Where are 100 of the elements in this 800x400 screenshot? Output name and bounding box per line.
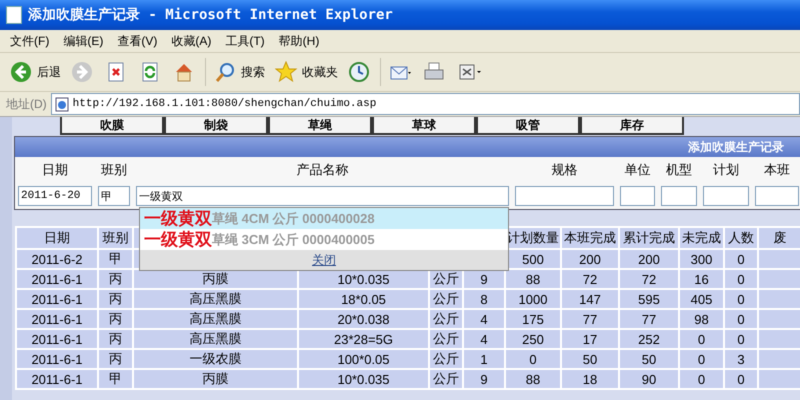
column-header: 废 xyxy=(758,227,800,249)
column-header: 班别 xyxy=(98,227,133,249)
table-cell: 147 xyxy=(561,289,619,309)
field-label: 产品名称 xyxy=(296,161,350,179)
table-cell: 高压黑膜 xyxy=(133,329,298,349)
input-field[interactable] xyxy=(661,186,697,206)
nav-tab[interactable]: 吹膜 xyxy=(60,117,164,135)
table-cell: 20*0.038 xyxy=(298,309,429,329)
table-cell: 250 xyxy=(505,329,561,349)
table-cell: 0 xyxy=(679,329,724,349)
menu-item[interactable]: 编辑(E) xyxy=(63,32,104,50)
table-cell: 0 xyxy=(679,349,724,369)
table-cell: 高压黑膜 xyxy=(133,309,298,329)
back-icon xyxy=(10,61,34,83)
table-cell: 2011-6-2 xyxy=(16,249,98,269)
table-cell: 175 xyxy=(505,309,561,329)
table-cell: 丙膜 xyxy=(133,369,298,389)
table-cell: 17 xyxy=(561,329,619,349)
table-cell: 2011-6-1 xyxy=(16,329,98,349)
input-field[interactable]: 甲 xyxy=(98,186,130,206)
table-cell: 300 xyxy=(679,249,724,269)
table-cell: 100*0.05 xyxy=(298,349,429,369)
table-cell: 0 xyxy=(724,309,758,329)
table-cell: 10*0.035 xyxy=(298,369,429,389)
table-cell: 丙 xyxy=(98,329,133,349)
table-cell: 0 xyxy=(724,329,758,349)
toolbar-button[interactable]: 收藏夹 xyxy=(273,59,340,85)
table-cell: 50 xyxy=(561,349,619,369)
table-cell: 高压黑膜 xyxy=(133,289,298,309)
table-cell: 0 xyxy=(679,369,724,389)
nav-tab[interactable]: 吸管 xyxy=(476,117,580,135)
table-cell: 2011-6-1 xyxy=(16,369,98,389)
table-cell: 72 xyxy=(619,269,679,289)
table-cell: 0 xyxy=(724,369,758,389)
table-cell: 405 xyxy=(679,289,724,309)
table-cell: 23*28=5G xyxy=(298,329,429,349)
nav-tab[interactable]: 库存 xyxy=(580,117,684,135)
table-cell: 50 xyxy=(619,349,679,369)
input-field[interactable] xyxy=(515,186,614,206)
window-title: 添加吹膜生产记录 - Microsoft Internet Explorer xyxy=(28,6,393,24)
table-cell: 8 xyxy=(463,289,505,309)
input-field[interactable]: 2011-6-20 xyxy=(18,186,92,206)
column-header: 本班完成 xyxy=(561,227,619,249)
column-header: 日期 xyxy=(16,227,98,249)
field-label: 规格 xyxy=(550,161,578,179)
toolbar-button[interactable]: 搜索 xyxy=(212,59,267,85)
table-cell: 公斤 xyxy=(429,349,463,369)
table-cell: 2011-6-1 xyxy=(16,349,98,369)
forward-icon[interactable] xyxy=(71,61,95,83)
menu-item[interactable]: 文件(F) xyxy=(10,32,50,50)
input-field[interactable] xyxy=(620,186,655,206)
menu-item[interactable]: 查看(V) xyxy=(117,32,158,50)
star-icon xyxy=(275,61,299,83)
address-label: 地址(D) xyxy=(6,96,47,112)
table-cell: 丙膜 xyxy=(133,269,298,289)
menu-item[interactable]: 收藏(A) xyxy=(171,32,212,50)
page-icon xyxy=(54,96,69,112)
menu-item[interactable]: 帮助(H) xyxy=(278,32,320,50)
table-cell: 18 xyxy=(561,369,619,389)
table-cell: 0 xyxy=(505,349,561,369)
table-cell: 88 xyxy=(505,369,561,389)
close-link[interactable]: 关闭 xyxy=(312,253,336,267)
table-cell: 丙 xyxy=(98,309,133,329)
table-cell: 丙 xyxy=(98,269,133,289)
input-field[interactable]: 一级黄双 xyxy=(136,186,509,206)
field-label: 计划 xyxy=(712,161,740,179)
history-icon[interactable] xyxy=(348,61,372,83)
table-cell: 公斤 xyxy=(429,309,463,329)
table-cell: 88 xyxy=(505,269,561,289)
table-cell: 甲 xyxy=(98,249,133,269)
table-cell: 16 xyxy=(679,269,724,289)
input-field[interactable] xyxy=(703,186,749,206)
nav-tab[interactable]: 草绳 xyxy=(268,117,372,135)
table-cell: 9 xyxy=(463,369,505,389)
table-cell: 72 xyxy=(561,269,619,289)
table-cell: 200 xyxy=(561,249,619,269)
nav-tab[interactable]: 草球 xyxy=(372,117,476,135)
field-label: 单位 xyxy=(624,161,652,179)
table-cell: 77 xyxy=(561,309,619,329)
column-header: 人数 xyxy=(724,227,758,249)
table-cell: 77 xyxy=(619,309,679,329)
table-cell: 丙 xyxy=(98,349,133,369)
table-cell: 4 xyxy=(463,329,505,349)
table-cell: 2011-6-1 xyxy=(16,309,98,329)
table-cell: 2011-6-1 xyxy=(16,269,98,289)
table-cell: 公斤 xyxy=(429,289,463,309)
table-cell: 1000 xyxy=(505,289,561,309)
nav-tab[interactable]: 制袋 xyxy=(164,117,268,135)
table-cell: 甲 xyxy=(98,369,133,389)
table-cell: 98 xyxy=(679,309,724,329)
table-cell: 252 xyxy=(619,329,679,349)
table-cell: 18*0.05 xyxy=(298,289,429,309)
table-cell: 0 xyxy=(724,269,758,289)
menu-item[interactable]: 工具(T) xyxy=(225,32,265,50)
address-field[interactable]: http://192.168.1.101:8080/shengchan/chuimo.asp xyxy=(50,93,800,115)
toolbar-button[interactable]: 后退 xyxy=(8,59,63,85)
form-title: 添加吹膜生产记录 xyxy=(15,137,800,157)
input-field[interactable] xyxy=(755,186,799,206)
table-cell: 200 xyxy=(619,249,679,269)
table-cell: 0 xyxy=(724,289,758,309)
